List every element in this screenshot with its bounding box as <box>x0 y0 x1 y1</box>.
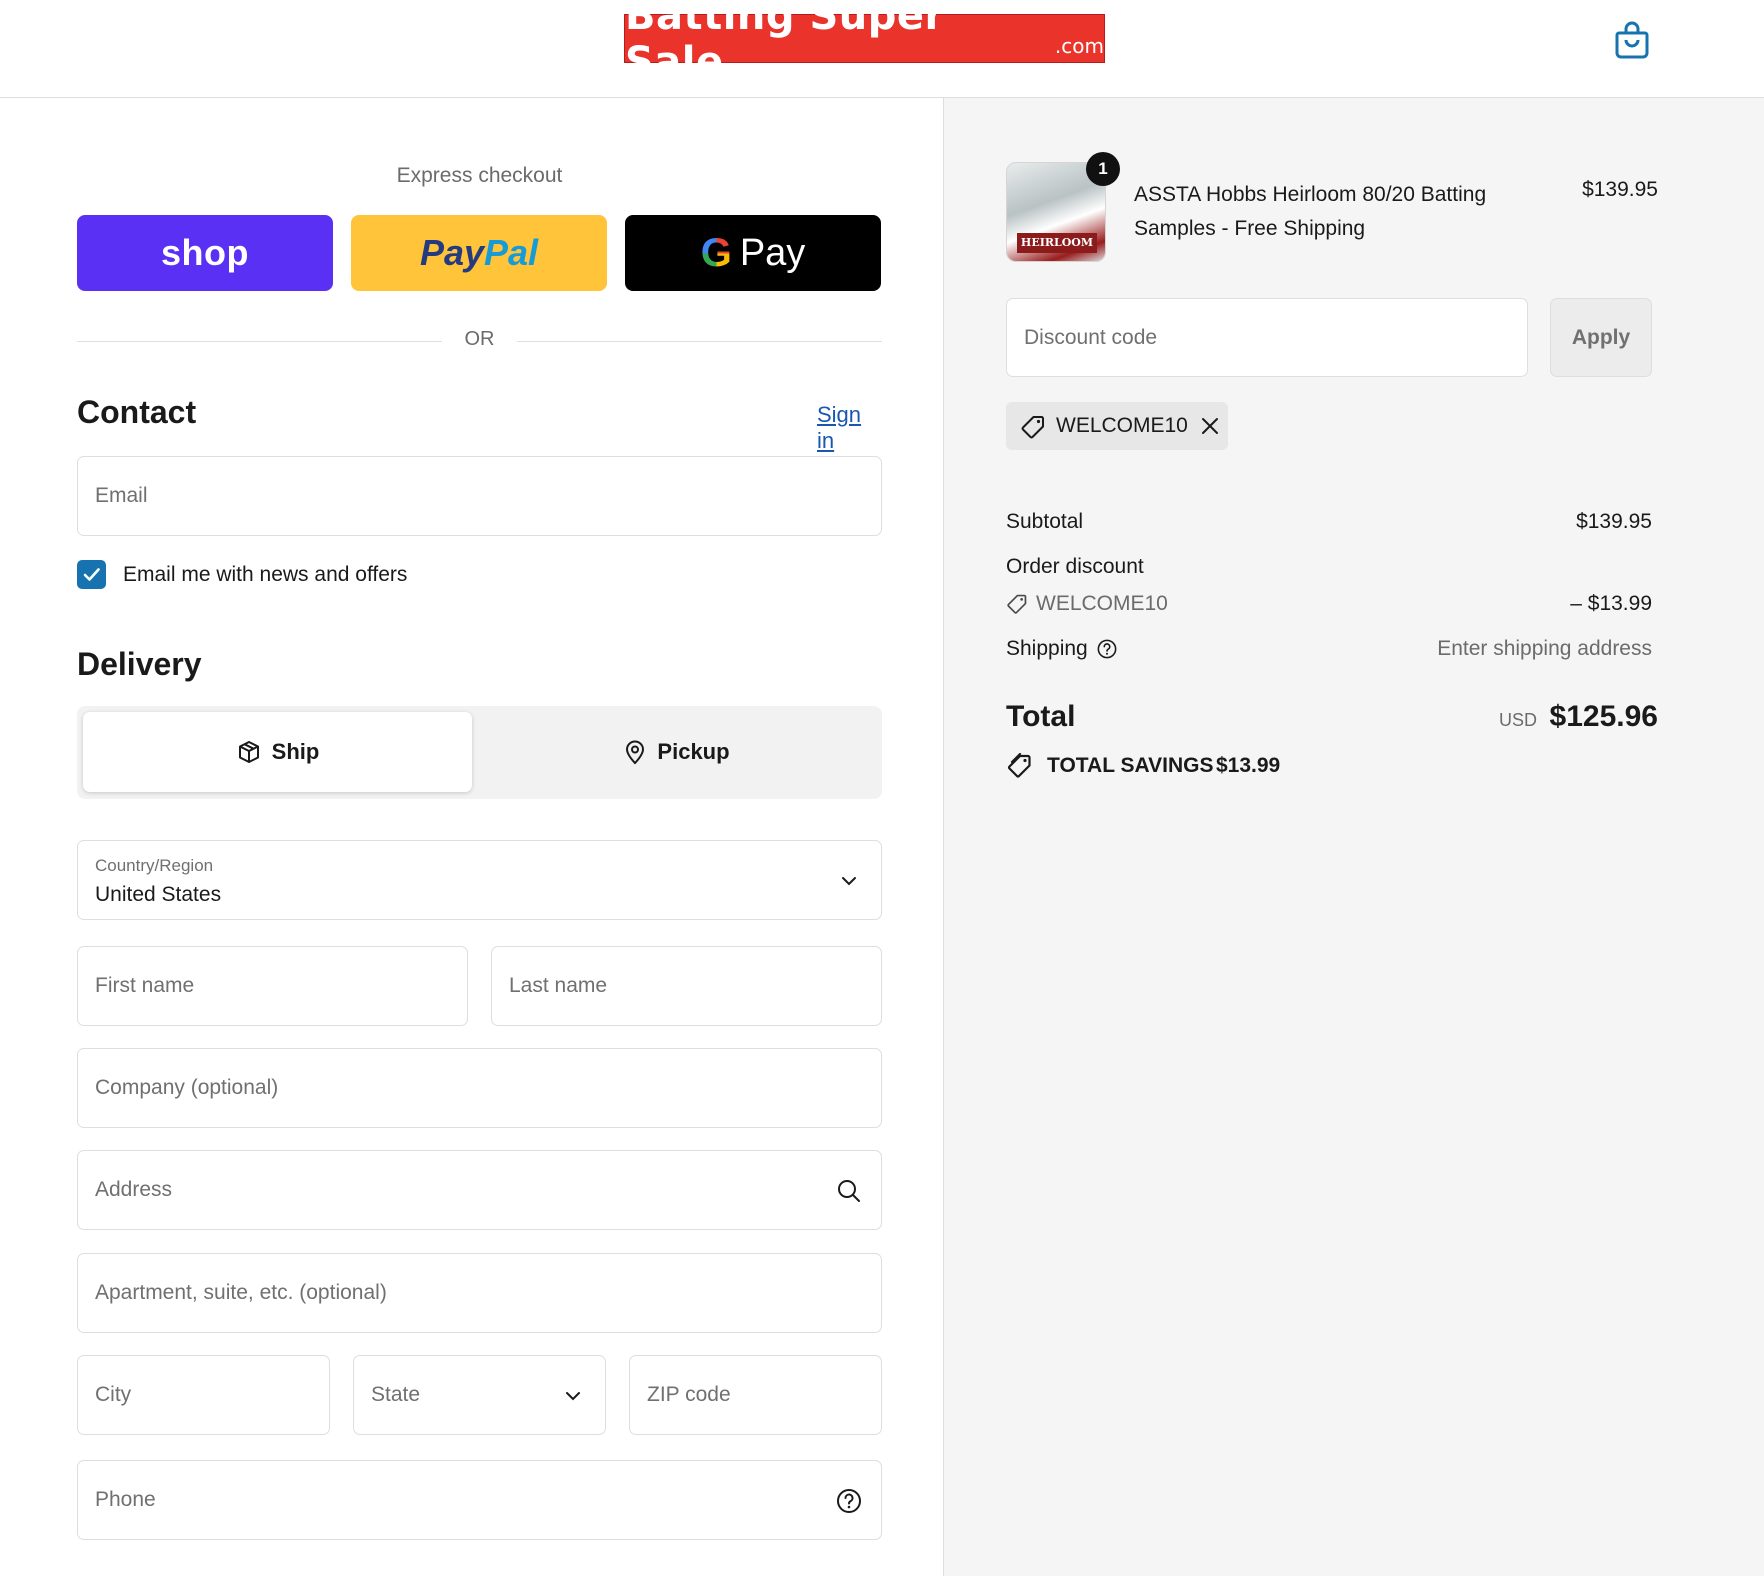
paypal-label-pay: Pay <box>419 232 484 273</box>
logo-text: Batting Super Sale <box>625 0 945 85</box>
zip-field[interactable]: ZIP code <box>629 1355 882 1435</box>
order-discount-row: Order discount <box>1006 555 1652 585</box>
applied-discount-code: WELCOME10 <box>1056 414 1188 437</box>
shopping-bag-icon[interactable] <box>1614 20 1650 60</box>
subtotal-value: $139.95 <box>1576 510 1652 533</box>
total-savings-label: TOTAL SAVINGS <box>1047 754 1214 777</box>
email-placeholder: Email <box>95 484 148 507</box>
phone-placeholder: Phone <box>95 1488 156 1511</box>
subtotal-label: Subtotal <box>1006 510 1084 533</box>
product-price: $139.95 <box>1582 178 1658 201</box>
google-pay-label: Pay <box>739 231 806 274</box>
news-checkbox-label: Email me with news and offers <box>123 563 408 586</box>
search-icon <box>838 1180 860 1202</box>
checkmark-icon <box>83 568 100 581</box>
discount-code-line: WELCOME10 <box>1006 592 1168 616</box>
or-text: OR <box>464 328 495 350</box>
applied-discount-chip: WELCOME10 <box>1006 402 1228 450</box>
company-placeholder: Company (optional) <box>95 1076 279 1099</box>
address-placeholder: Address <box>95 1178 173 1201</box>
chevron-down-icon <box>566 1392 580 1401</box>
ship-label: Ship <box>271 739 320 764</box>
state-select[interactable]: State <box>353 1355 606 1435</box>
google-g-icon: G <box>700 230 732 275</box>
sign-in-link[interactable]: Sign in <box>817 402 882 454</box>
order-summary: HEIRLOOM 1 ASSTA Hobbs Heirloom 80/20 Ba… <box>943 98 1764 1576</box>
delivery-title: Delivery <box>77 646 202 682</box>
express-checkout-title: Express checkout <box>396 164 563 187</box>
apply-button[interactable]: Apply <box>1550 298 1652 377</box>
last-name-placeholder: Last name <box>509 974 608 997</box>
total-savings-value: $13.99 <box>1216 754 1281 777</box>
first-name-field[interactable]: First name <box>77 946 468 1026</box>
news-checkbox[interactable] <box>77 560 106 589</box>
apartment-field[interactable]: Apartment, suite, etc. (optional) <box>77 1253 882 1333</box>
country-select[interactable]: Country/Region United States <box>77 840 882 920</box>
tag-icon <box>1007 594 1027 614</box>
total-currency: USD <box>1498 710 1537 730</box>
shipping-value: Enter shipping address <box>1437 637 1652 660</box>
country-label: Country/Region <box>95 856 214 875</box>
address-field[interactable]: Address <box>77 1150 882 1230</box>
help-circle-icon[interactable] <box>1096 638 1118 660</box>
email-field[interactable]: Email <box>77 456 882 536</box>
shipping-row: Shipping Enter shipping address <box>1006 637 1652 667</box>
savings-tag-icon <box>1008 752 1031 778</box>
contact-title: Contact <box>77 394 197 430</box>
discount-code-placeholder: Discount code <box>1024 326 1158 349</box>
subtotal-row: Subtotal $139.95 <box>1006 510 1652 540</box>
shipping-label-group: Shipping <box>1006 637 1118 661</box>
discount-code-text: WELCOME10 <box>1036 592 1168 615</box>
discount-code-input[interactable]: Discount code <box>1006 298 1528 377</box>
quantity-badge: 1 <box>1086 152 1120 186</box>
ship-option[interactable]: Ship <box>83 712 472 792</box>
total-label: Total <box>1006 700 1076 733</box>
order-discount-label: Order discount <box>1006 555 1144 578</box>
shop-pay-button[interactable]: shop <box>77 215 333 291</box>
divider-line-right <box>517 341 882 342</box>
or-divider: OR <box>77 328 882 356</box>
shop-pay-label: shop <box>161 232 249 273</box>
paypal-label-pal: Pal <box>484 232 539 273</box>
chevron-down-icon <box>842 877 856 886</box>
last-name-field[interactable]: Last name <box>491 946 882 1026</box>
delivery-method-toggle: Ship Pickup <box>77 706 882 799</box>
total-value: $125.96 <box>1549 700 1658 733</box>
phone-field[interactable]: Phone <box>77 1460 882 1540</box>
company-field[interactable]: Company (optional) <box>77 1048 882 1128</box>
product-thumbnail-label: HEIRLOOM <box>1017 233 1097 253</box>
first-name-placeholder: First name <box>95 974 195 997</box>
state-placeholder: State <box>371 1383 421 1406</box>
help-circle-icon[interactable] <box>835 1487 863 1515</box>
close-icon[interactable] <box>1198 414 1222 438</box>
zip-placeholder: ZIP code <box>647 1383 731 1406</box>
tag-icon <box>1021 416 1044 439</box>
location-pin-icon <box>626 740 645 765</box>
pickup-option[interactable]: Pickup <box>477 712 876 792</box>
apartment-placeholder: Apartment, suite, etc. (optional) <box>95 1281 387 1304</box>
city-field[interactable]: City <box>77 1355 330 1435</box>
paypal-button[interactable]: Pay Pal <box>351 215 607 291</box>
discount-code-row: WELCOME10 – $13.99 <box>1006 592 1652 622</box>
google-pay-button[interactable]: G Pay <box>625 215 881 291</box>
package-icon <box>238 741 259 763</box>
country-value: United States <box>95 883 222 906</box>
store-logo[interactable]: Batting Super Sale .com <box>624 0 1105 85</box>
header: Batting Super Sale .com <box>0 0 1764 98</box>
product-name: ASSTA Hobbs Heirloom 80/20 Batting Sampl… <box>1134 183 1487 240</box>
city-placeholder: City <box>95 1383 132 1406</box>
pickup-label: Pickup <box>657 739 730 764</box>
logo-domain: .com <box>1054 33 1104 58</box>
discount-value: – $13.99 <box>1570 592 1652 615</box>
shipping-label: Shipping <box>1006 637 1088 660</box>
